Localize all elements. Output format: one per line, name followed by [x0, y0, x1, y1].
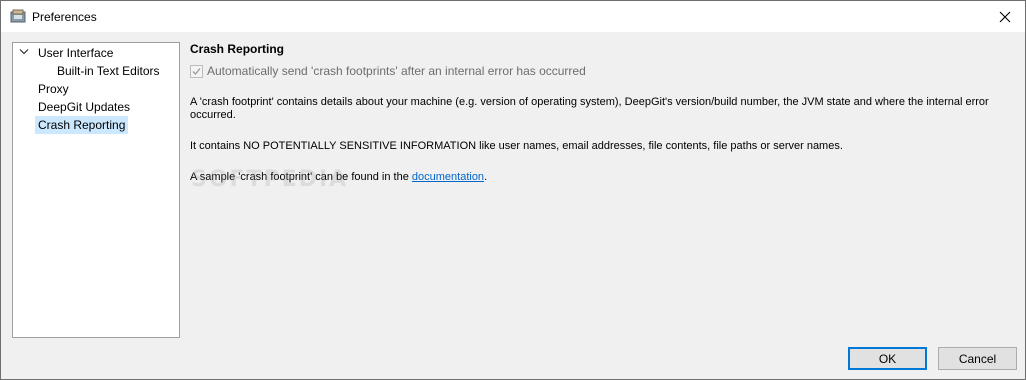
- sample-note-suffix: .: [484, 171, 488, 183]
- auto-send-checkbox-label: Automatically send 'crash footprints' af…: [207, 64, 586, 78]
- page-title: Crash Reporting: [190, 42, 285, 56]
- preferences-tree[interactable]: User Interface Built-in Text Editors Pro…: [12, 42, 180, 338]
- tree-item-proxy[interactable]: Proxy: [38, 80, 69, 98]
- auto-send-checkbox-row[interactable]: Automatically send 'crash footprints' af…: [190, 63, 586, 79]
- auto-send-checkbox[interactable]: [190, 64, 203, 78]
- tree-item-built-in-text-editors[interactable]: Built-in Text Editors: [57, 62, 160, 80]
- footprint-description: A 'crash footprint' contains details abo…: [190, 96, 989, 121]
- watermark: SOFTPEDIA: [191, 167, 349, 192]
- sensitive-info-note: It contains NO POTENTIALLY SENSITIVE INF…: [190, 140, 843, 152]
- title-bar[interactable]: Preferences: [1, 1, 1025, 32]
- cancel-button[interactable]: Cancel: [938, 347, 1017, 370]
- app-icon: [10, 8, 26, 24]
- ok-button[interactable]: OK: [848, 347, 927, 370]
- checkmark-icon: [192, 67, 201, 75]
- tree-item-deepgit-updates[interactable]: DeepGit Updates: [38, 98, 130, 116]
- close-button[interactable]: [985, 1, 1025, 32]
- preferences-dialog: Preferences User Interface Built-in Text…: [0, 0, 1026, 380]
- window-title: Preferences: [32, 10, 97, 24]
- chevron-down-icon[interactable]: [19, 48, 29, 56]
- close-icon: [999, 11, 1011, 22]
- tree-item-crash-reporting[interactable]: Crash Reporting: [35, 116, 129, 134]
- tree-item-user-interface[interactable]: User Interface: [38, 44, 113, 62]
- documentation-link[interactable]: documentation: [412, 171, 484, 183]
